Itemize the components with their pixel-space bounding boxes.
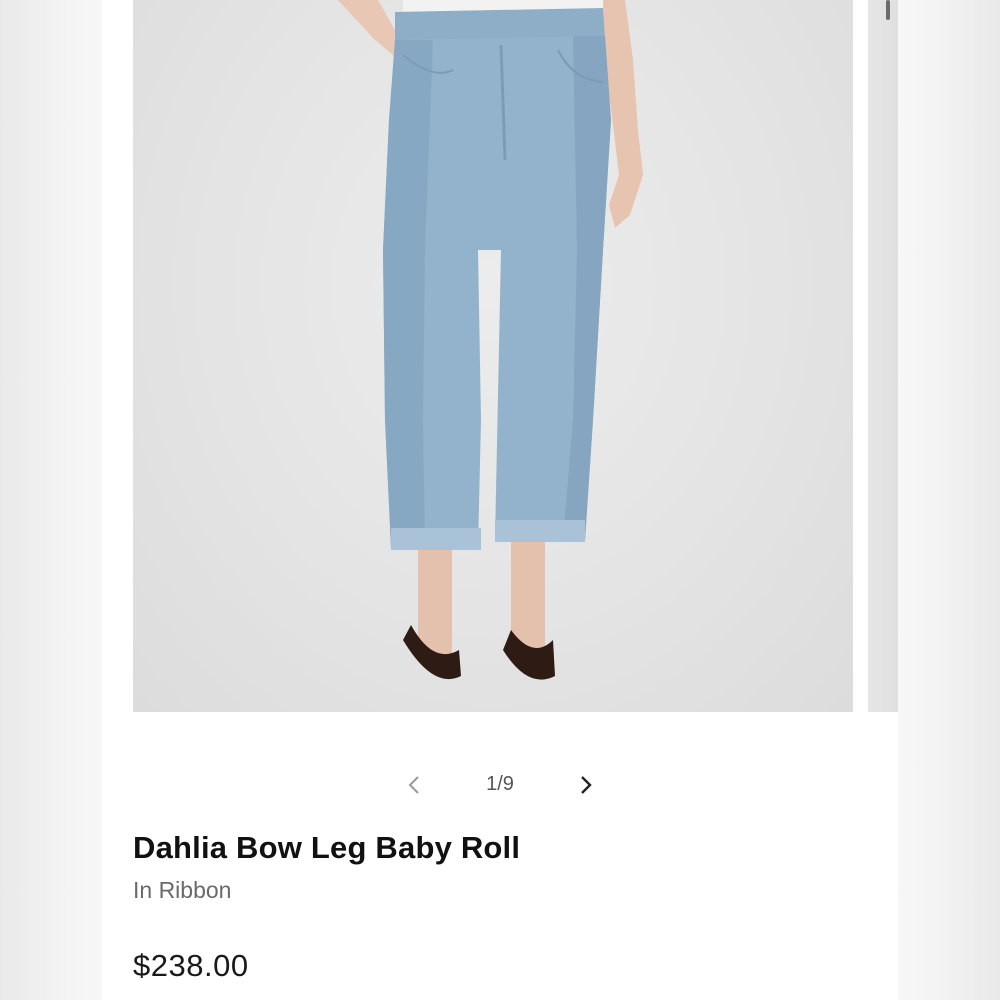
carousel-navigation: 1/9 [395, 764, 615, 804]
product-color: In Ribbon [133, 877, 232, 903]
next-image-preview[interactable] [868, 0, 898, 712]
right-backdrop [898, 0, 1000, 1000]
product-photo-illustration [338, 0, 643, 680]
chevron-right-icon[interactable] [571, 770, 601, 800]
left-backdrop [0, 0, 102, 1000]
product-image[interactable] [133, 0, 853, 712]
chevron-left-icon[interactable] [399, 770, 429, 800]
product-price: $238.00 [133, 948, 249, 983]
product-page: 1/9 Dahlia Bow Leg Baby Roll In Ribbon $… [0, 0, 1000, 1000]
product-title: Dahlia Bow Leg Baby Roll [133, 830, 521, 865]
carousel-page-indicator: 1/9 [486, 773, 514, 795]
scroll-indicator [886, 0, 890, 20]
